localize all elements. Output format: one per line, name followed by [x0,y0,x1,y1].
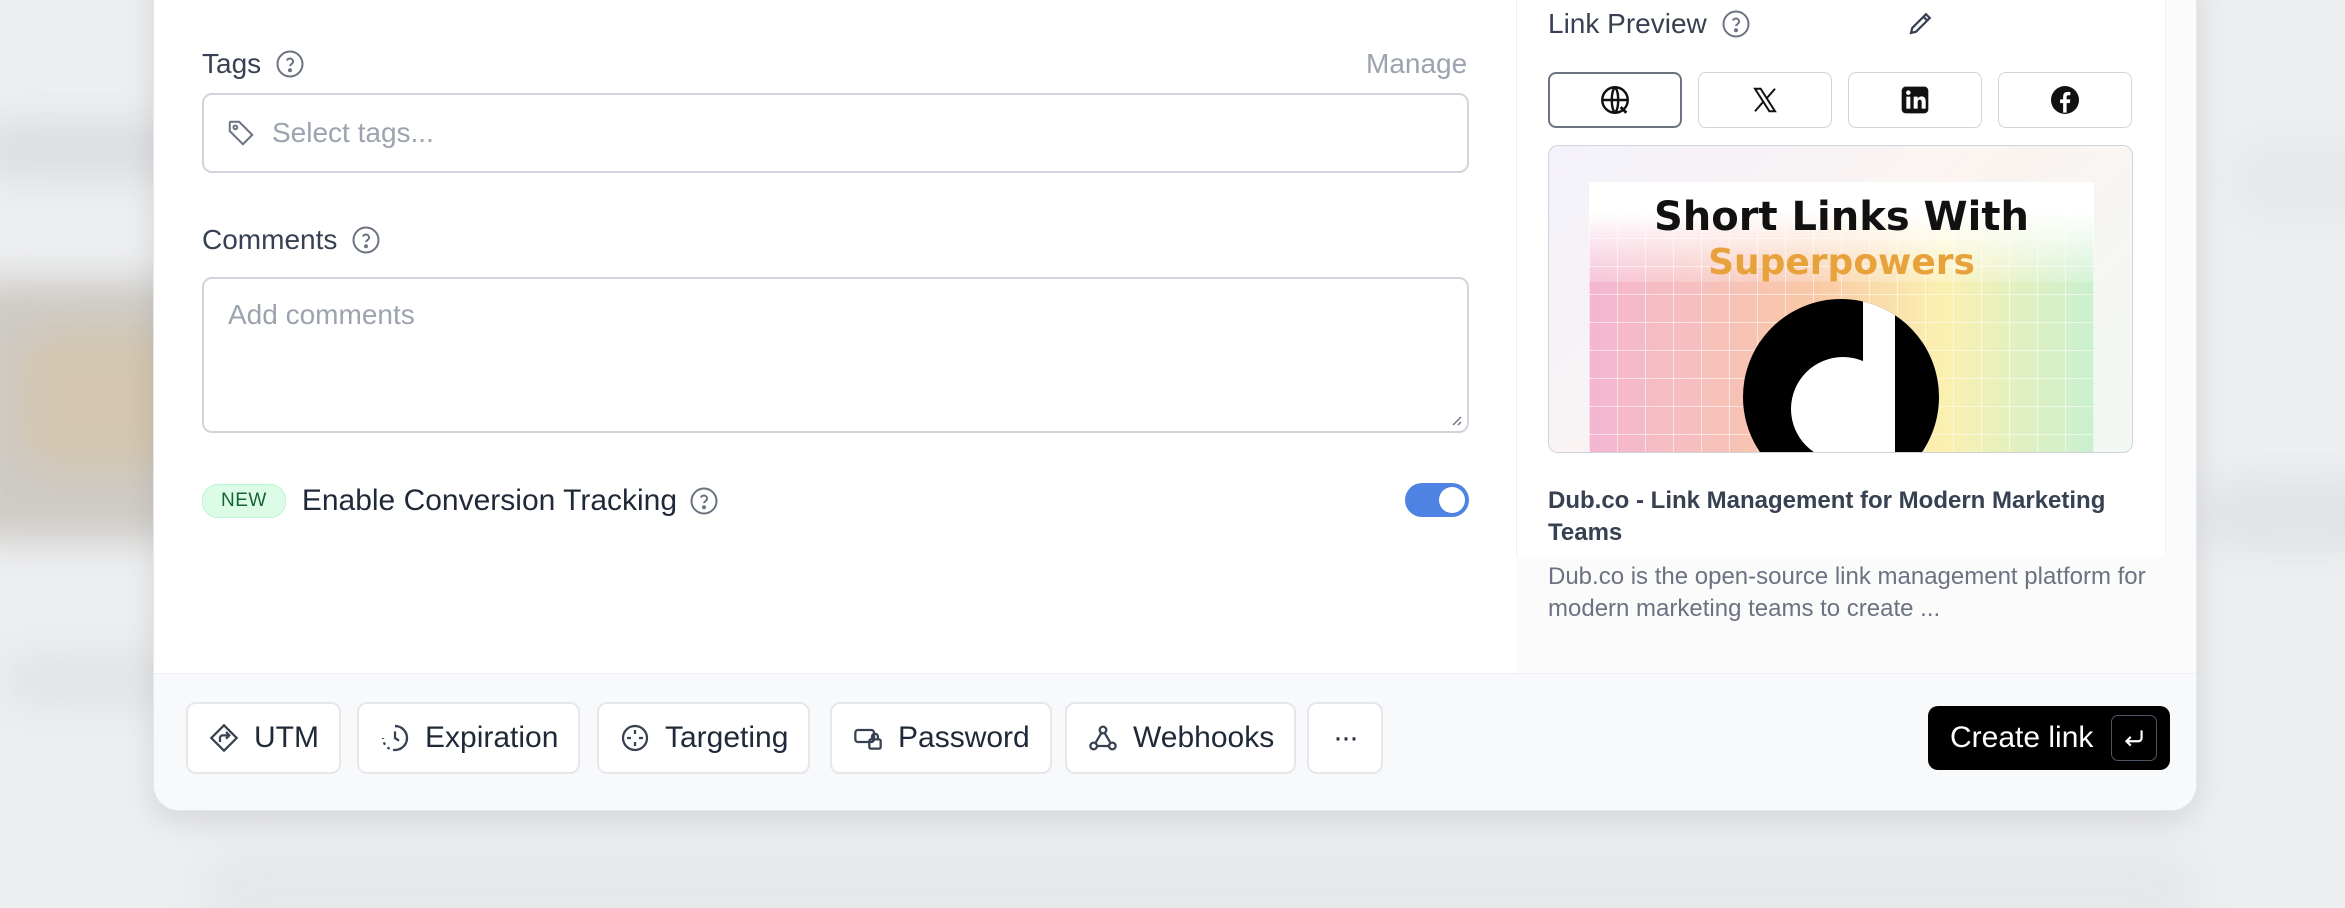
conversion-tracking-label: Enable Conversion Tracking [301,484,678,517]
password-button[interactable]: Password [830,702,1052,774]
tags-placeholder: Select tags... [272,117,434,148]
crosshair-icon [621,724,649,752]
conversion-tracking-row: NEW Enable Conversion Tracking [202,481,1469,521]
create-link-button[interactable]: Create link [1928,706,2170,770]
comments-label-row: Comments [202,224,381,256]
expiration-button-label: Expiration [425,721,559,754]
og-subheading: Superpowers [1708,242,1975,283]
tags-label: Tags [202,48,262,79]
tags-select-input[interactable]: Select tags... [202,93,1469,173]
facebook-icon [2051,86,2079,114]
lock-icon [854,728,882,750]
utm-button[interactable]: UTM [186,702,341,774]
dub-logo-icon [1743,299,1939,452]
help-icon[interactable] [689,486,719,516]
x-logo-icon [1753,87,1777,113]
og-image-preview[interactable]: Short Links With Superpowers [1548,145,2133,453]
link-preview-title-row: Link Preview [1548,8,1751,40]
tab-web-preview[interactable] [1548,72,1682,128]
more-options-button[interactable]: ··· [1307,702,1383,774]
link-preview-title: Link Preview [1548,8,1707,39]
more-dots-icon: ··· [1333,721,1359,754]
targeting-button[interactable]: Targeting [597,702,811,774]
help-icon[interactable] [275,49,305,79]
clock-icon [381,724,409,752]
expiration-button[interactable]: Expiration [357,702,581,774]
new-badge: NEW [202,484,286,518]
tab-facebook-preview[interactable] [1998,72,2132,128]
og-image-graphic: Short Links With Superpowers [1589,182,2094,452]
comments-label: Comments [202,224,338,255]
comments-placeholder: Add comments [228,299,415,330]
conversion-tracking-toggle[interactable] [1405,483,1469,517]
manage-tags-link[interactable]: Manage [1366,48,1467,80]
comments-textarea[interactable]: Add comments [202,277,1469,433]
preview-description: Dub.co is the open-source link managemen… [1548,563,2146,622]
og-heading: Short Links With [1654,194,2029,240]
utm-icon [209,723,239,753]
help-icon[interactable] [1721,9,1751,39]
tags-label-row: Tags [202,48,305,80]
tag-icon [228,120,254,146]
help-icon[interactable] [351,225,381,255]
link-options-panel: Tags Manage Select tags... Comments Add … [154,0,1516,673]
create-link-modal: Tags Manage Select tags... Comments Add … [153,0,2197,811]
pencil-edit-icon[interactable] [1906,8,1936,38]
password-button-label: Password [898,721,1030,754]
create-link-label: Create link [1950,721,2094,754]
tab-x-preview[interactable] [1698,72,1832,128]
preview-headline: Dub.co - Link Management for Modern Mark… [1548,487,2106,546]
linkedin-icon [1901,86,1929,114]
webhooks-button[interactable]: Webhooks [1065,702,1297,774]
modal-footer: UTM Expiration Targeting Password Webhoo… [154,673,2196,810]
webhook-icon [1089,725,1117,751]
utm-button-label: UTM [254,721,319,754]
targeting-button-label: Targeting [665,721,789,754]
resize-grip-icon[interactable] [1447,411,1463,427]
enter-key-icon [2111,715,2158,761]
preview-platform-tabs [1548,72,2132,128]
globe-icon [1601,86,1629,114]
webhooks-button-label: Webhooks [1133,721,1275,754]
tab-linkedin-preview[interactable] [1848,72,1982,128]
